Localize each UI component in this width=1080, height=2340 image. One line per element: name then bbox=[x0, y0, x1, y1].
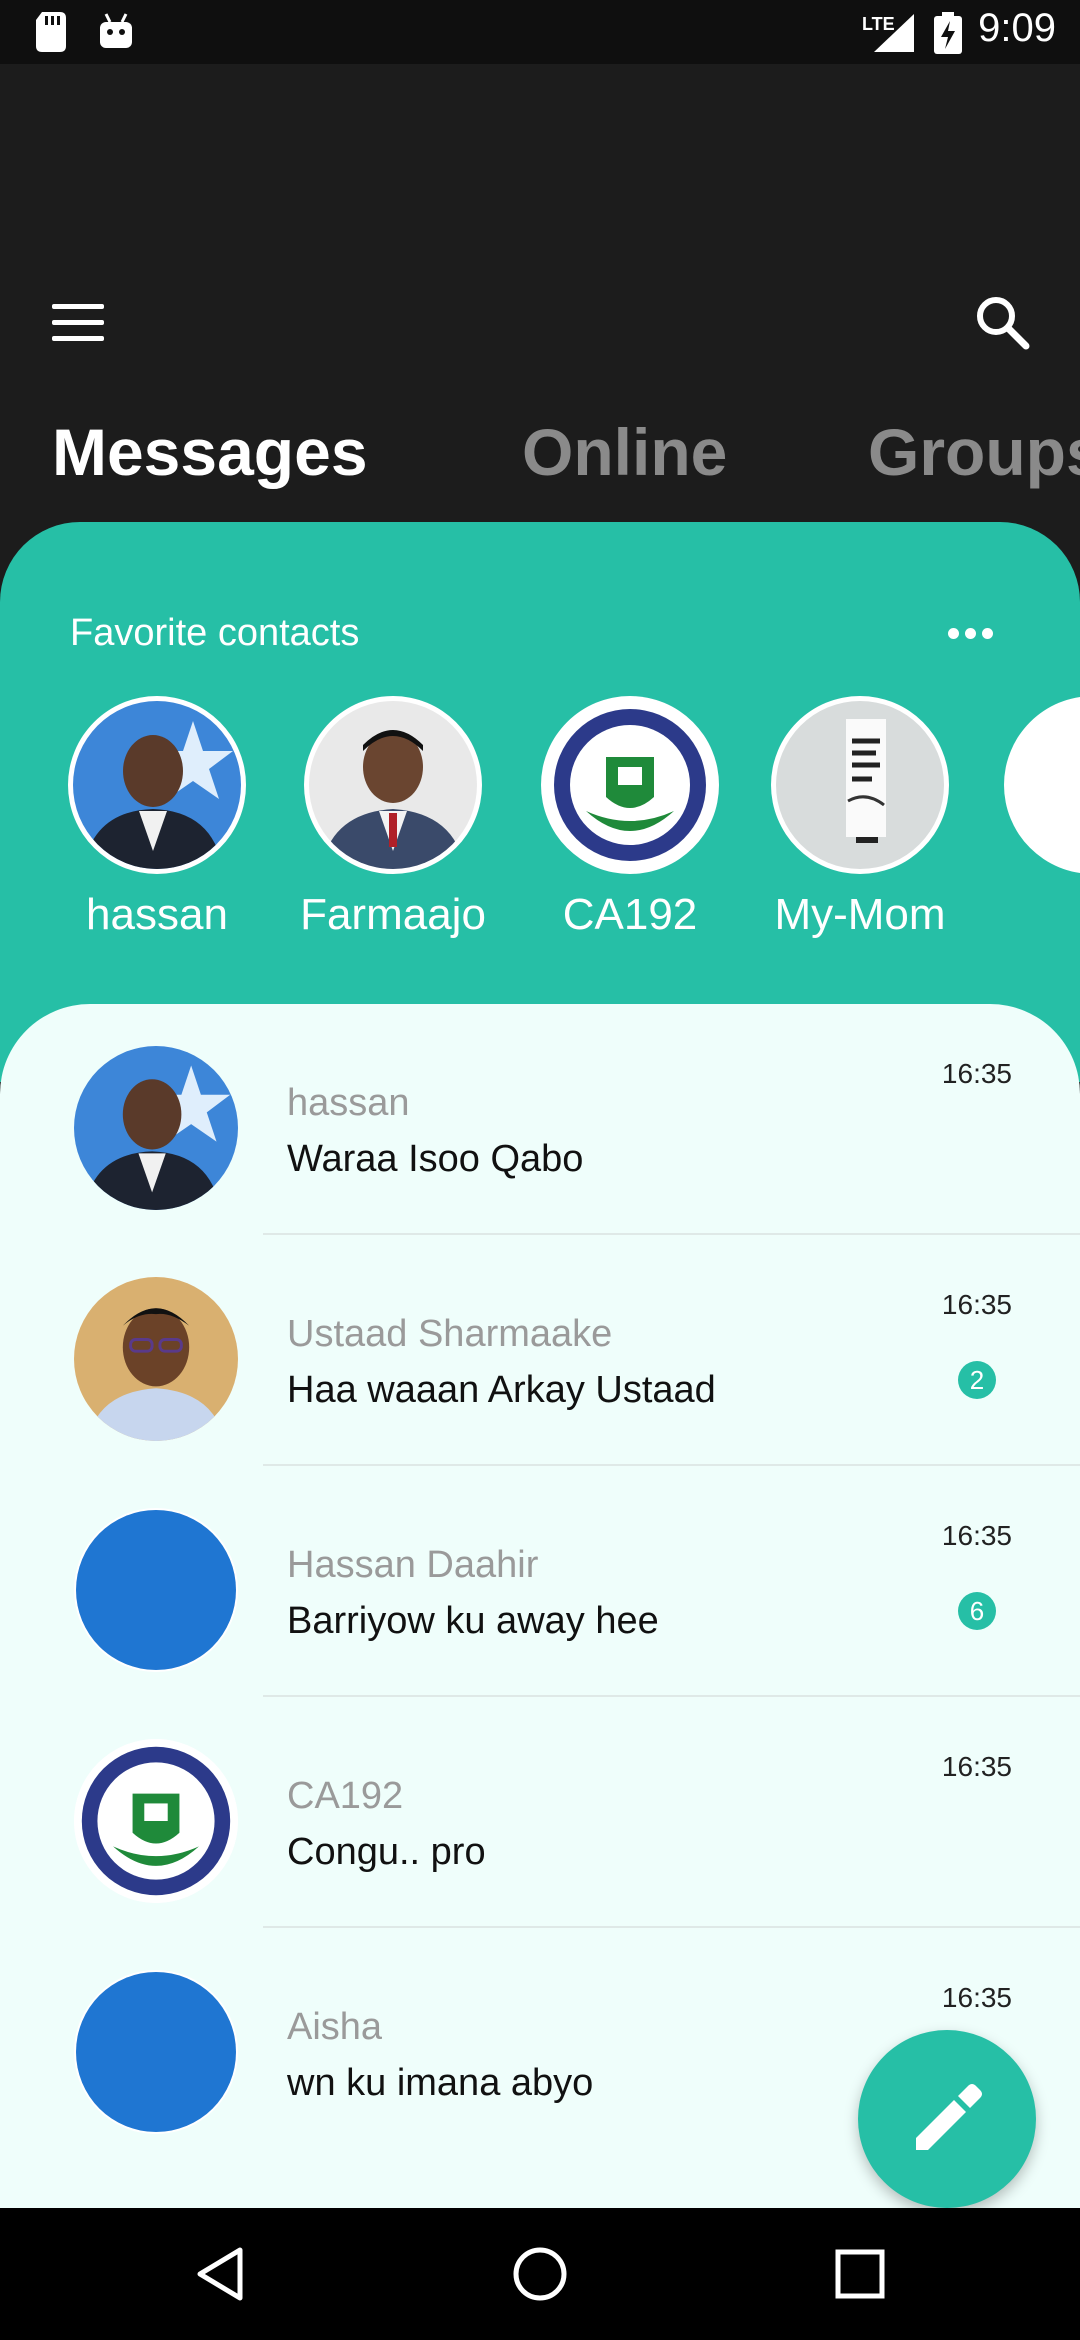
avatar bbox=[74, 1508, 238, 1672]
list-item[interactable]: Hassan Daahir Barriyow ku away hee 16:35… bbox=[0, 1466, 1080, 1697]
favorite-contact-ca192[interactable]: CA192 bbox=[510, 696, 750, 940]
chat-contact-name: CA192 bbox=[287, 1775, 404, 1817]
chat-last-message: Haa waaan Arkay Ustaad bbox=[287, 1369, 716, 1411]
chat-last-message: Waraa Isoo Qabo bbox=[287, 1138, 584, 1180]
home-circle-icon[interactable] bbox=[510, 2244, 570, 2304]
favorite-contact-name: hassan bbox=[86, 890, 228, 939]
favorite-contact-hassan[interactable]: hassan bbox=[37, 696, 277, 940]
chat-timestamp: 16:35 bbox=[941, 1520, 1012, 1551]
chat-last-message: Congu.. pro bbox=[287, 1831, 486, 1873]
favorite-contact-my-mom[interactable]: My-Mom bbox=[740, 696, 980, 940]
list-item[interactable]: CA192 Congu.. pro 16:35 bbox=[0, 1697, 1080, 1928]
favorite-contact-name: Farmaajo bbox=[300, 890, 486, 939]
favorite-contact-partial[interactable] bbox=[1004, 696, 1080, 874]
back-triangle-icon[interactable] bbox=[192, 2244, 252, 2304]
avatar bbox=[74, 1046, 238, 1210]
chat-timestamp: 16:35 bbox=[941, 1982, 1012, 2013]
more-horizontal-icon[interactable] bbox=[948, 614, 1008, 654]
recents-square-icon[interactable] bbox=[830, 2244, 890, 2304]
favorite-contact-farmaajo[interactable]: Farmaajo bbox=[273, 696, 513, 940]
signal-icon bbox=[874, 14, 914, 57]
tab-bar: Messages Online Groups bbox=[0, 414, 1080, 504]
edit-pencil-icon bbox=[916, 2084, 982, 2150]
avatar bbox=[74, 1739, 238, 1903]
chat-last-message: wn ku imana abyo bbox=[287, 2062, 594, 2104]
status-time: 9:09 bbox=[978, 6, 1056, 50]
avatar bbox=[304, 696, 482, 874]
favorite-contact-name: CA192 bbox=[562, 890, 698, 939]
unread-count-badge: 6 bbox=[958, 1592, 996, 1630]
chat-list: hassan Waraa Isoo Qabo 16:35 Ustaad Shar… bbox=[0, 1004, 1080, 2208]
list-item[interactable]: hassan Waraa Isoo Qabo 16:35 bbox=[0, 1004, 1080, 1235]
favorite-contacts-panel: Favorite contacts hassan Farmaajo CA192 … bbox=[0, 522, 1080, 1082]
battery-charging-icon bbox=[934, 12, 962, 59]
unread-count-badge: 2 bbox=[958, 1361, 996, 1399]
tab-messages[interactable]: Messages bbox=[52, 414, 368, 490]
list-item[interactable]: Ustaad Sharmaake Haa waaan Arkay Ustaad … bbox=[0, 1235, 1080, 1466]
chat-timestamp: 16:35 bbox=[941, 1289, 1012, 1320]
chat-timestamp: 16:35 bbox=[941, 1751, 1012, 1782]
favorite-contact-name: My-Mom bbox=[774, 890, 946, 939]
avatar bbox=[68, 696, 246, 874]
avatar bbox=[74, 1970, 238, 2134]
hamburger-menu-icon[interactable] bbox=[52, 304, 104, 344]
android-icon bbox=[98, 12, 134, 55]
favorite-contacts-title: Favorite contacts bbox=[70, 612, 360, 654]
chat-contact-name: Hassan Daahir bbox=[287, 1544, 539, 1586]
avatar bbox=[541, 696, 719, 874]
system-nav-bar bbox=[0, 2208, 1080, 2340]
app-bar: Messages Online Groups bbox=[0, 64, 1080, 524]
sd-card-icon bbox=[36, 12, 66, 57]
chat-contact-name: Ustaad Sharmaake bbox=[287, 1313, 613, 1355]
chat-timestamp: 16:35 bbox=[941, 1058, 1012, 1089]
compose-button[interactable] bbox=[858, 2030, 1036, 2208]
search-icon[interactable] bbox=[974, 294, 1030, 350]
status-bar: LTE 9:09 bbox=[0, 0, 1080, 64]
chat-contact-name: hassan bbox=[287, 1082, 410, 1124]
tab-online[interactable]: Online bbox=[522, 414, 727, 490]
chat-contact-name: Aisha bbox=[287, 2006, 383, 2048]
avatar bbox=[74, 1277, 238, 1441]
chat-last-message: Barriyow ku away hee bbox=[287, 1600, 659, 1642]
tab-groups[interactable]: Groups bbox=[868, 414, 1080, 490]
avatar bbox=[771, 696, 949, 874]
